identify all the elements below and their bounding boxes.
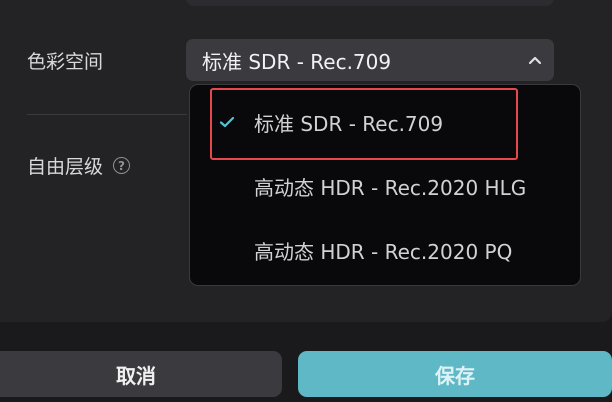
save-button[interactable]: 保存 <box>298 351 612 397</box>
option-label: 高动态 HDR - Rec.2020 PQ <box>254 239 513 264</box>
free-layer-row: 自由层级 ? <box>27 152 131 179</box>
free-layer-label: 自由层级 <box>27 156 104 178</box>
color-space-select[interactable]: 标准 SDR - Rec.709 <box>186 39 554 81</box>
color-space-label: 色彩空间 <box>27 51 104 73</box>
previous-field[interactable] <box>186 0 554 6</box>
highlight-annotation-box <box>210 88 518 160</box>
divider <box>27 114 187 115</box>
color-space-option-hdr-hlg[interactable]: 高动态 HDR - Rec.2020 HLG <box>190 161 580 211</box>
option-label: 高动态 HDR - Rec.2020 HLG <box>254 175 527 200</box>
cancel-button[interactable]: 取消 <box>0 351 282 397</box>
color-space-selected-value: 标准 SDR - Rec.709 <box>202 49 392 74</box>
color-space-option-hdr-pq[interactable]: 高动态 HDR - Rec.2020 PQ <box>190 225 580 275</box>
question-icon[interactable]: ? <box>113 157 131 174</box>
chevron-up-icon <box>528 56 542 65</box>
color-space-row-label: 色彩空间 <box>27 47 103 74</box>
